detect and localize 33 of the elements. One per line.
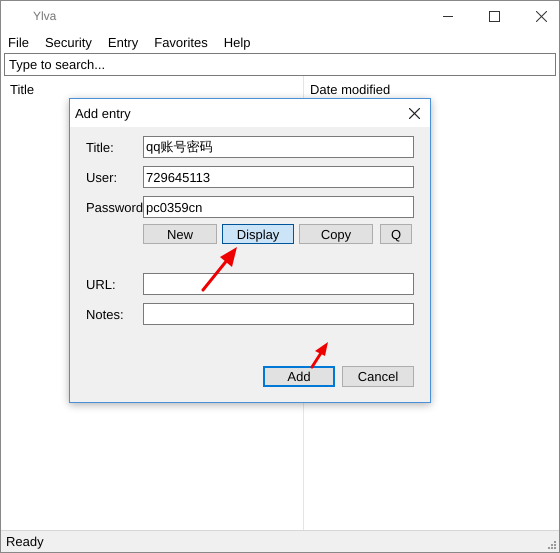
field-label: Password [86, 200, 143, 214]
dialog-button[interactable]: Add [263, 366, 335, 387]
search-field[interactable]: Type to search... [4, 53, 556, 76]
menu-item[interactable]: Entry [108, 34, 138, 50]
password-button[interactable]: Copy [299, 224, 373, 244]
field-label: URL: [86, 276, 117, 292]
menu-item[interactable]: File [8, 34, 29, 50]
status-text: Ready [6, 534, 44, 549]
dialog-button[interactable]: Cancel [342, 366, 414, 387]
password-button[interactable]: Q [380, 224, 412, 244]
maximize-icon[interactable] [489, 10, 500, 22]
window-title: Ylva [33, 9, 56, 23]
field-label: Title: [86, 140, 115, 154]
menu-item[interactable]: Security [44, 34, 92, 50]
annotation-arrow [200, 245, 240, 293]
menu-item[interactable]: Help [224, 34, 250, 50]
input-field[interactable] [143, 273, 414, 295]
input-field[interactable]: 729645113 [143, 166, 414, 188]
input-field[interactable] [143, 303, 414, 325]
column-header[interactable]: Title [1, 82, 310, 97]
input-field[interactable]: qq账号密码 [143, 136, 414, 158]
column-header[interactable]: Date modified [310, 82, 390, 97]
close-icon[interactable] [409, 108, 420, 118]
input-field[interactable]: pc0359cn [143, 196, 414, 218]
menu-item[interactable]: Favorites [154, 34, 208, 50]
field-label: User: [86, 170, 118, 184]
annotation-arrow [309, 341, 331, 369]
resize-grip-icon[interactable] [548, 541, 556, 549]
password-button[interactable]: Display [222, 224, 294, 244]
close-icon[interactable] [536, 10, 547, 22]
password-button[interactable]: New [143, 224, 217, 244]
field-label: Notes: [86, 306, 125, 322]
dialog-title: Add entry [75, 106, 131, 120]
